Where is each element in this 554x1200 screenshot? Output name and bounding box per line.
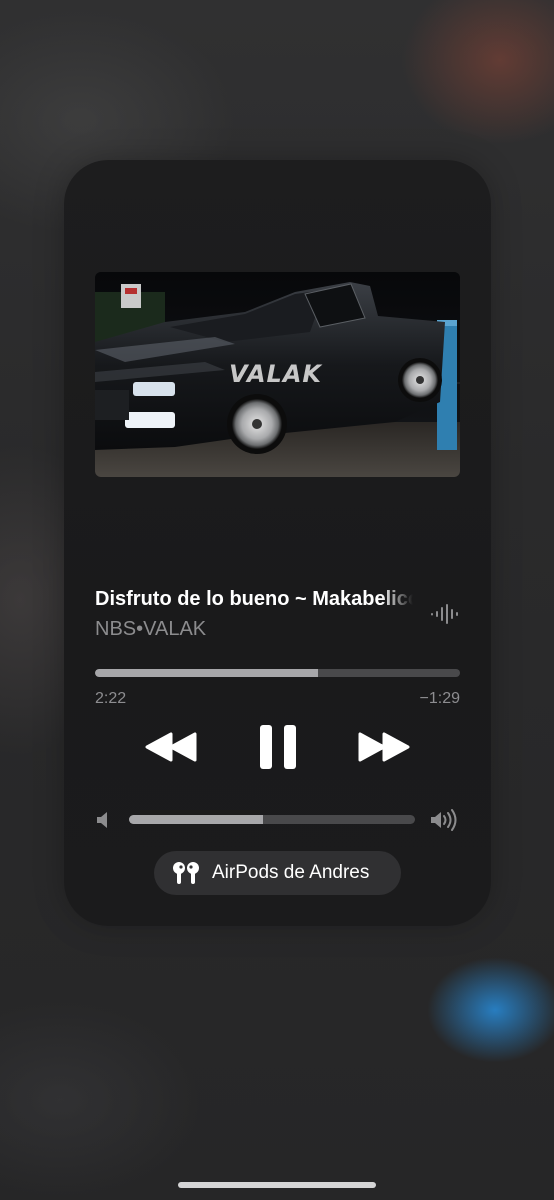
remaining-time: −1:29 (419, 690, 460, 707)
now-playing-card: VALAK Disfruto de lo bueno ~ Makabelico … (64, 160, 491, 926)
forward-icon[interactable] (357, 730, 411, 764)
pause-icon[interactable] (257, 722, 299, 772)
playback-scrubber[interactable] (95, 669, 460, 677)
speaker-low-icon (97, 812, 107, 828)
album-artwork[interactable]: VALAK (95, 272, 460, 477)
waveform-icon (431, 604, 458, 624)
backward-icon[interactable] (144, 730, 198, 764)
airpods-icon (173, 862, 199, 884)
volume-slider[interactable] (129, 815, 415, 824)
track-artist[interactable]: NBS•VALAK (95, 618, 206, 641)
home-indicator[interactable] (178, 1182, 376, 1188)
track-title[interactable]: Disfruto de lo bueno ~ Makabelico (95, 588, 413, 611)
output-device-label: AirPods de Andres (212, 862, 370, 883)
artwork-logo-text: VALAK (229, 360, 322, 388)
volume-level-fill (129, 815, 264, 824)
elapsed-time: 2:22 (95, 690, 127, 707)
speaker-high-icon (431, 809, 457, 831)
audio-output-button[interactable]: AirPods de Andres (154, 851, 401, 895)
playback-progress-fill (95, 669, 318, 677)
